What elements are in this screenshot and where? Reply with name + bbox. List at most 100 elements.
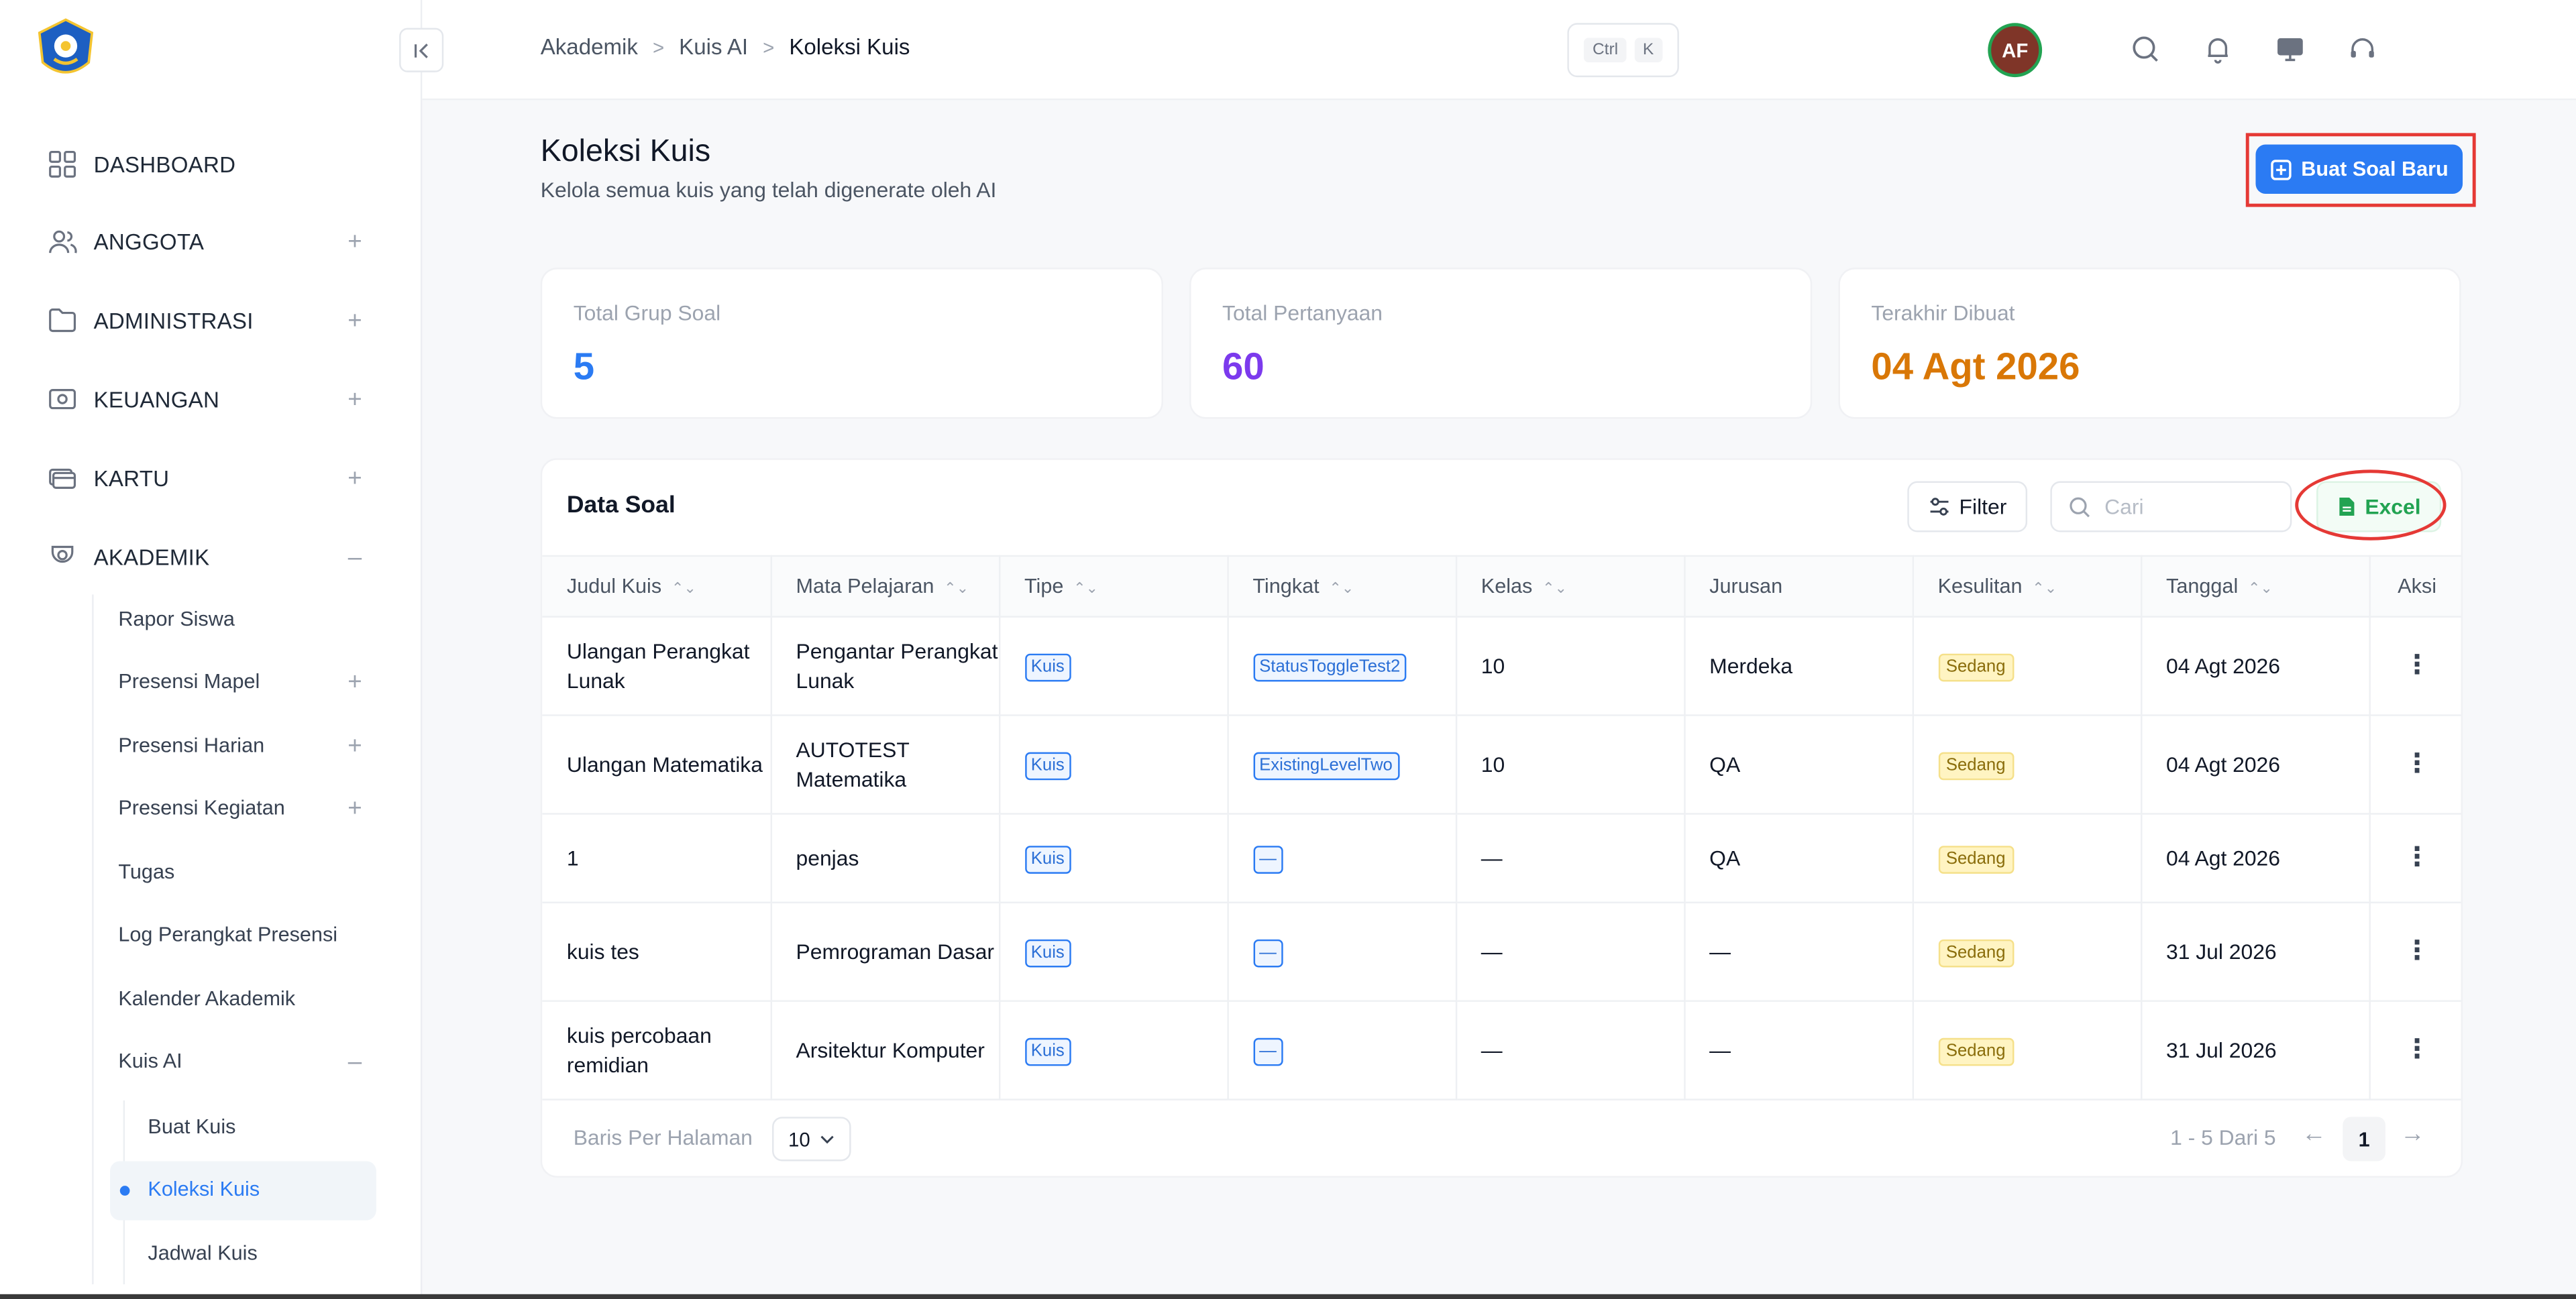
page-number-current[interactable]: 1 [2343, 1117, 2385, 1162]
money-icon [46, 383, 79, 416]
expand-icon[interactable]: + [343, 668, 366, 696]
search-icon[interactable] [2126, 30, 2165, 69]
table-row[interactable]: Ulangan Perangkat Lunak Pengantar Perangk… [542, 616, 2461, 716]
sidebar-subitem-log-perangkat-presensi[interactable]: Log Perangkat Presensi [118, 917, 366, 953]
cell-kesulitan: Sedang [1912, 902, 2142, 1002]
sort-icon: ⌃⌄ [1329, 579, 1354, 596]
sort-icon: ⌃⌄ [1073, 579, 1099, 596]
kbd-k: K [1634, 38, 1662, 63]
table-row[interactable]: kuis tes Pemrograman Dasar Kuis — — — Sedang 31… [542, 902, 2461, 1002]
highlight-ellipse [2295, 469, 2447, 541]
user-avatar[interactable]: AF [1988, 23, 2043, 78]
table-row[interactable]: Ulangan Matematika AUTOTEST Matematika Kui… [542, 715, 2461, 815]
cell-tingkat: StatusToggleTest2 [1227, 616, 1457, 716]
expand-icon[interactable]: + [343, 464, 366, 492]
table-header-row: Judul Kuis ⌃⌄ Mata Pelajaran ⌃⌄ Tipe ⌃⌄ Tin… [542, 555, 2461, 618]
sidebar-subitem-tugas[interactable]: Tugas [118, 854, 366, 890]
breadcrumb-kuis-ai[interactable]: Kuis AI [679, 34, 748, 59]
school-logo[interactable] [33, 16, 99, 82]
cell-aksi: ⋮ [2369, 813, 2461, 903]
cell-aksi: ⋮ [2369, 902, 2461, 1002]
academic-icon [46, 541, 79, 573]
col-tanggal[interactable]: Tanggal ⌃⌄ [2141, 555, 2370, 618]
type-tag: Kuis [1024, 939, 1071, 968]
sidebar-subitem-presensi-mapel[interactable]: Presensi Mapel + [118, 663, 366, 699]
cell-mapel: Pemrograman Dasar [770, 902, 1000, 1002]
stat-card-total-questions: Total Pertanyaan 60 [1189, 268, 1813, 419]
sidebar-item-akademik[interactable]: AKADEMIK – [46, 537, 367, 577]
tree-line [92, 594, 94, 1285]
expand-icon[interactable]: + [343, 227, 366, 256]
sidebar-subitem-rapor-siswa[interactable]: Rapor Siswa [118, 601, 366, 637]
cell-aksi: ⋮ [2369, 715, 2461, 815]
create-quiz-button[interactable]: Buat Soal Baru [2255, 144, 2463, 194]
table-row[interactable]: kuis percobaan remidian Arsitektur Komput… [542, 1001, 2461, 1100]
level-tag: — [1252, 846, 1283, 874]
col-tingkat[interactable]: Tingkat ⌃⌄ [1227, 555, 1457, 618]
sidebar-subitem-kuis-ai[interactable]: Kuis AI – [118, 1043, 366, 1079]
sidebar-subitem-kalender-akademik[interactable]: Kalender Akademik [118, 980, 366, 1017]
sort-icon: ⌃⌄ [2247, 579, 2273, 596]
difficulty-badge: Sedang [1937, 752, 2014, 781]
sidebar: DASHBOARD ANGGOTA + ADMINISTRASI + KEUANGAN + K… [0, 0, 423, 1299]
rows-per-page-value: 10 [788, 1127, 810, 1151]
grid-icon [46, 148, 79, 180]
level-tag: ExistingLevelTwo [1252, 752, 1399, 781]
more-vertical-icon[interactable]: ⋮ [2404, 651, 2430, 679]
cell-kesulitan: Sedang [1912, 616, 2142, 716]
more-vertical-icon[interactable]: ⋮ [2404, 750, 2430, 778]
col-kesulitan[interactable]: Kesulitan ⌃⌄ [1912, 555, 2142, 618]
card-title: Data Soal [566, 492, 676, 519]
expand-icon[interactable]: + [343, 306, 366, 335]
filter-button[interactable]: Filter [1907, 481, 2028, 532]
cell-aksi: ⋮ [2369, 616, 2461, 716]
col-mapel[interactable]: Mata Pelajaran ⌃⌄ [770, 555, 1000, 618]
sidebar-kuis-buat-kuis[interactable]: Buat Kuis [148, 1109, 235, 1145]
sidebar-subitem-label: Presensi Kegiatan [118, 796, 285, 820]
more-vertical-icon[interactable]: ⋮ [2404, 1035, 2430, 1064]
command-shortcut-button[interactable]: Ctrl K [1567, 23, 1679, 78]
sidebar-item-keuangan[interactable]: KEUANGAN + [46, 380, 367, 419]
more-vertical-icon[interactable]: ⋮ [2404, 937, 2430, 965]
breadcrumb-akademik[interactable]: Akademik [541, 34, 638, 59]
sort-icon: ⌃⌄ [671, 579, 696, 596]
col-kelas[interactable]: Kelas ⌃⌄ [1455, 555, 1685, 618]
chevron-right-icon: > [652, 35, 665, 58]
bottom-border [0, 1294, 2576, 1299]
sidebar-item-dashboard[interactable]: DASHBOARD [46, 145, 367, 184]
expand-icon[interactable]: + [343, 794, 366, 822]
level-tag: StatusToggleTest2 [1252, 653, 1407, 682]
table-row[interactable]: 1 penjas Kuis — — QA Sedang 04 Agt 2026 ⋮ [542, 813, 2461, 903]
sidebar-subitem-presensi-kegiatan[interactable]: Presensi Kegiatan + [118, 790, 366, 826]
type-tag: Kuis [1024, 653, 1071, 682]
sidebar-kuis-koleksi-kuis[interactable]: Koleksi Kuis [148, 1171, 260, 1207]
sidebar-kuis-jadwal-kuis[interactable]: Jadwal Kuis [148, 1235, 257, 1272]
col-tipe[interactable]: Tipe ⌃⌄ [998, 555, 1228, 618]
sidebar-subitem-label: Rapor Siswa [118, 608, 235, 631]
rows-per-page-select[interactable]: 10 [772, 1117, 851, 1162]
expand-icon[interactable]: + [343, 732, 366, 760]
collapse-icon[interactable]: – [343, 543, 366, 571]
monitor-icon[interactable] [2271, 30, 2310, 69]
sidebar-item-label: AKADEMIK [93, 544, 210, 569]
sidebar-item-administrasi[interactable]: ADMINISTRASI + [46, 300, 367, 340]
sidebar-subitem-label: Kalender Akademik [118, 986, 296, 1011]
sidebar-item-kartu[interactable]: KARTU + [46, 458, 367, 498]
collapse-icon[interactable]: – [343, 1047, 366, 1075]
sidebar-subitem-presensi-harian[interactable]: Presensi Harian + [118, 728, 366, 764]
expand-icon[interactable]: + [343, 385, 366, 413]
cell-tanggal: 04 Agt 2026 [2141, 813, 2370, 903]
type-tag: Kuis [1024, 1037, 1071, 1066]
more-vertical-icon[interactable]: ⋮ [2404, 844, 2430, 872]
next-page-arrow-icon[interactable]: → [2400, 1120, 2425, 1148]
support-icon[interactable] [2343, 30, 2382, 69]
prev-page-arrow-icon[interactable]: ← [2302, 1120, 2326, 1148]
sidebar-item-anggota[interactable]: ANGGOTA + [46, 222, 367, 262]
search-input[interactable] [2104, 494, 2269, 519]
data-card: Data Soal Filter Excel Judul Kuis⌃⌄ Mata… [540, 458, 2463, 1178]
col-judul[interactable]: Judul Kuis ⌃⌄ [542, 555, 771, 618]
sidebar-item-label: KEUANGAN [93, 386, 220, 412]
collapse-sidebar-button[interactable] [399, 27, 444, 72]
cell-kelas: — [1455, 1001, 1685, 1100]
bell-icon[interactable] [2198, 30, 2238, 69]
